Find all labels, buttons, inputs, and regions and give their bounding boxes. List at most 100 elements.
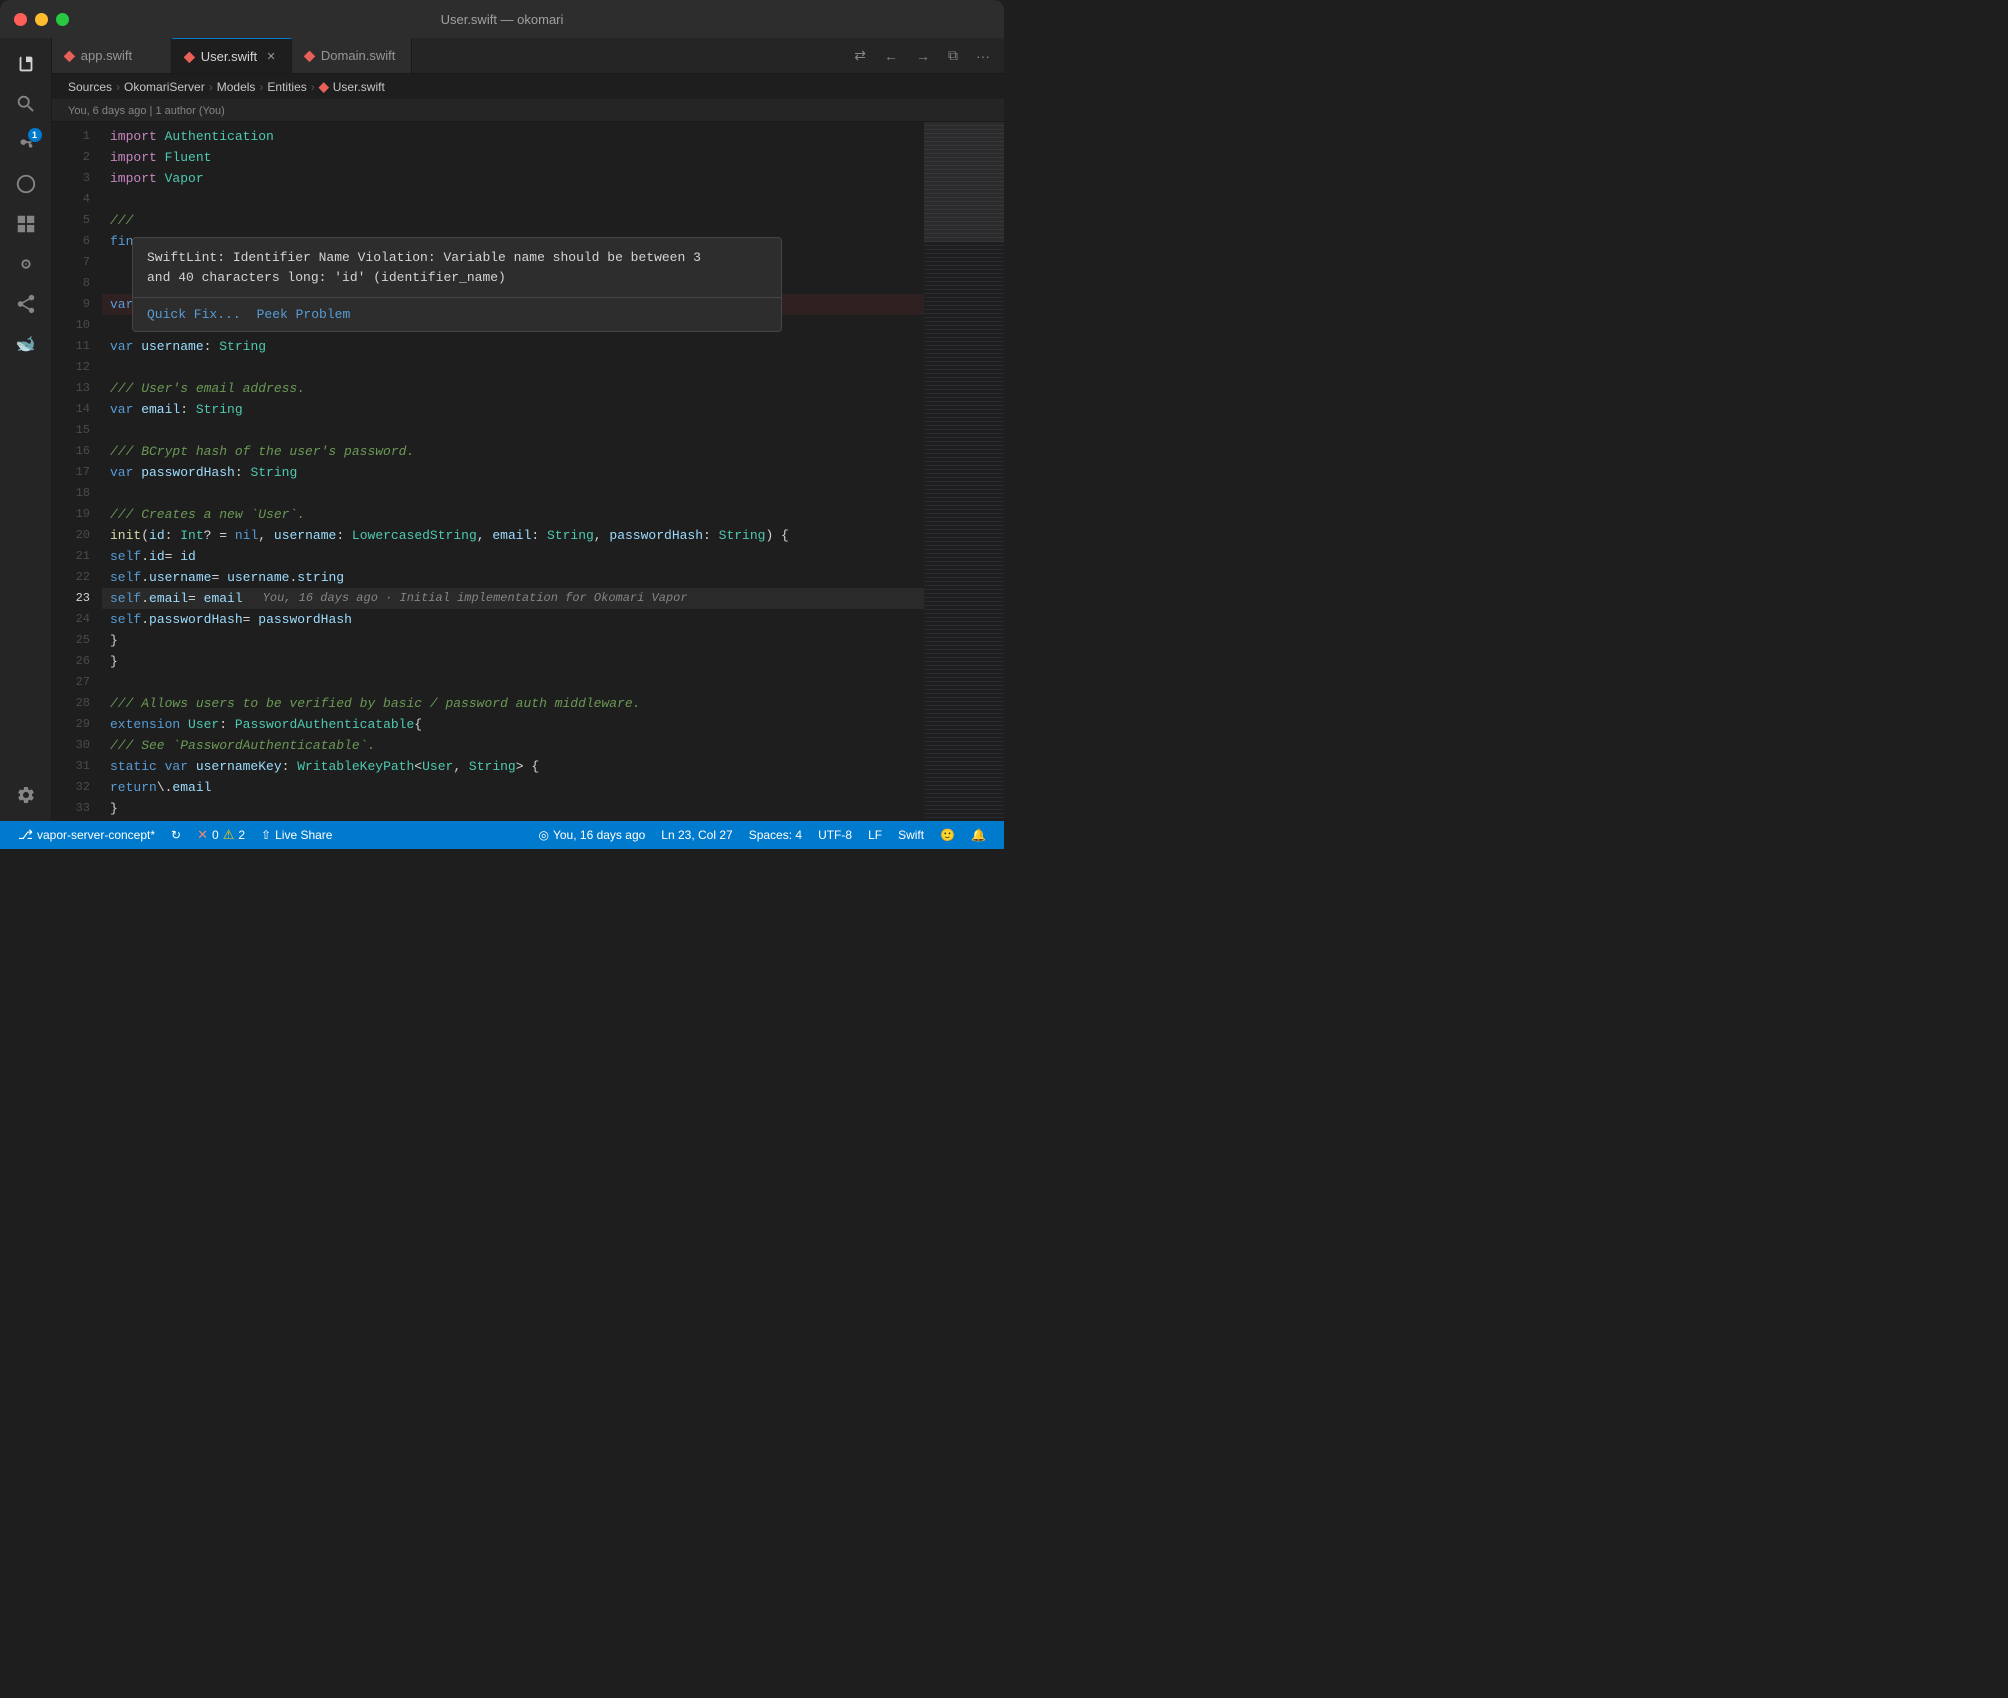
live-share-icon: ⇧ [261, 828, 271, 842]
window-controls [14, 13, 69, 26]
code-line-13: /// User's email address. [102, 378, 924, 399]
sidebar-item-debug[interactable] [8, 166, 44, 202]
spaces-text: Spaces: 4 [749, 828, 802, 842]
go-forward-action[interactable]: → [912, 46, 934, 66]
line-numbers: 1 2 3 4 5 6 7 8 9 10 11 12 13 14 15 16 1… [52, 122, 102, 821]
breadcrumb-entities[interactable]: Entities [267, 80, 306, 94]
tab-close-button[interactable]: ✕ [263, 48, 279, 64]
code-line-20: init(id: Int? = nil, username: Lowercase… [102, 525, 924, 546]
activity-bar: 1 🐋 [0, 38, 52, 821]
inline-git-hint: You, 16 days ago · Initial implementatio… [263, 588, 688, 609]
smiley-icon: 🙂 [940, 828, 955, 842]
bell-item[interactable]: 🔔 [963, 821, 994, 849]
git-blame-text: You, 6 days ago | 1 author (You) [68, 105, 225, 117]
breadcrumb-models[interactable]: Models [217, 80, 256, 94]
line-num-2: 2 [52, 147, 90, 168]
line-num-5: 5 [52, 210, 90, 231]
line-num-34: 34 [52, 819, 90, 821]
go-back-action[interactable]: ← [880, 46, 902, 66]
line-num-9: 9 [52, 294, 90, 315]
tab-app-swift-label: app.swift [81, 48, 132, 63]
spaces-item[interactable]: Spaces: 4 [741, 821, 810, 849]
sidebar-item-live-share[interactable] [8, 286, 44, 322]
code-line-2: import Fluent [102, 147, 924, 168]
encoding-text: UTF-8 [818, 828, 852, 842]
position-text: Ln 23, Col 27 [661, 828, 732, 842]
tooltip-card: SwiftLint: Identifier Name Violation: Va… [132, 237, 782, 332]
code-line-31: static var usernameKey: WritableKeyPath<… [102, 756, 924, 777]
tooltip-actions: Quick Fix... Peek Problem [133, 297, 781, 331]
breadcrumb-okomari-server[interactable]: OkomariServer [124, 80, 205, 94]
position-item[interactable]: Ln 23, Col 27 [653, 821, 740, 849]
close-button[interactable] [14, 13, 27, 26]
error-count: 0 [212, 828, 219, 842]
more-actions[interactable]: ··· [972, 46, 994, 66]
sidebar-item-docker[interactable]: 🐋 [8, 326, 44, 362]
git-blame-bar: You, 6 days ago | 1 author (You) [52, 100, 1004, 122]
breadcrumb-sources[interactable]: Sources [68, 80, 112, 94]
code-line-16: /// BCrypt hash of the user's password. [102, 441, 924, 462]
git-branch-icon: ⎇ [18, 827, 33, 843]
minimap[interactable] [924, 122, 1004, 821]
line-ending-item[interactable]: LF [860, 821, 890, 849]
line-num-29: 29 [52, 714, 90, 735]
code-line-14: var email: String [102, 399, 924, 420]
line-num-13: 13 [52, 378, 90, 399]
code-line-23: self.email = emailYou, 16 days ago · Ini… [102, 588, 924, 609]
tab-user-swift[interactable]: ◆ User.swift ✕ [172, 38, 292, 73]
sidebar-item-files[interactable] [8, 46, 44, 82]
code-line-17: var passwordHash: String [102, 462, 924, 483]
line-num-26: 26 [52, 651, 90, 672]
sidebar-item-source-control[interactable]: 1 [8, 126, 44, 162]
user-swift-icon: ◆ [184, 48, 195, 65]
line-num-18: 18 [52, 483, 90, 504]
line-num-30: 30 [52, 735, 90, 756]
code-line-33: } [102, 798, 924, 819]
code-line-4 [102, 189, 924, 210]
settings-icon[interactable] [8, 777, 44, 813]
smiley-item[interactable]: 🙂 [932, 821, 963, 849]
code-line-27 [102, 672, 924, 693]
tooltip-body: SwiftLint: Identifier Name Violation: Va… [133, 238, 781, 297]
minimap-slider[interactable] [924, 122, 1004, 242]
code-line-1: import Authentication [102, 126, 924, 147]
bell-icon: 🔔 [971, 828, 986, 842]
line-num-20: 20 [52, 525, 90, 546]
editor-content[interactable]: 1 2 3 4 5 6 7 8 9 10 11 12 13 14 15 16 1… [52, 122, 1004, 821]
code-line-29: extension User: PasswordAuthenticatable … [102, 714, 924, 735]
code-area[interactable]: import Authentication import Fluent impo… [102, 122, 924, 821]
language-item[interactable]: Swift [890, 821, 932, 849]
errors-item[interactable]: ✕ 0 ⚠ 2 [189, 821, 253, 849]
line-num-7: 7 [52, 252, 90, 273]
git-branch-item[interactable]: ⎇ vapor-server-concept* [10, 821, 163, 849]
peek-problem-button[interactable]: Peek Problem [257, 304, 351, 325]
line-num-15: 15 [52, 420, 90, 441]
line-num-27: 27 [52, 672, 90, 693]
code-line-26: } [102, 651, 924, 672]
split-editor-action[interactable]: ⧉ [944, 45, 962, 66]
code-line-15 [102, 420, 924, 441]
live-share-item[interactable]: ⇧ Live Share [253, 821, 340, 849]
titlebar: User.swift — okomari [0, 0, 1004, 38]
breadcrumb-user-swift[interactable]: User.swift [333, 80, 385, 94]
line-num-28: 28 [52, 693, 90, 714]
tab-app-swift[interactable]: ◆ app.swift [52, 38, 172, 73]
git-author-item[interactable]: ◎ You, 16 days ago [531, 821, 654, 849]
quick-fix-button[interactable]: Quick Fix... [147, 304, 241, 325]
sidebar-item-search[interactable] [8, 86, 44, 122]
line-num-19: 19 [52, 504, 90, 525]
code-line-3: import Vapor [102, 168, 924, 189]
tab-domain-swift-label: Domain.swift [321, 48, 395, 63]
editor-area: ◆ app.swift ◆ User.swift ✕ ◆ Domain.swif… [52, 38, 1004, 821]
maximize-button[interactable] [56, 13, 69, 26]
code-line-18 [102, 483, 924, 504]
sidebar-item-extensions[interactable] [8, 206, 44, 242]
sidebar-item-git-graph[interactable] [8, 246, 44, 282]
sync-item[interactable]: ↻ [163, 821, 189, 849]
tab-domain-swift[interactable]: ◆ Domain.swift [292, 38, 412, 73]
source-control-action[interactable]: ⇄ [850, 45, 870, 66]
encoding-item[interactable]: UTF-8 [810, 821, 860, 849]
tab-bar: ◆ app.swift ◆ User.swift ✕ ◆ Domain.swif… [52, 38, 1004, 74]
line-num-22: 22 [52, 567, 90, 588]
minimize-button[interactable] [35, 13, 48, 26]
